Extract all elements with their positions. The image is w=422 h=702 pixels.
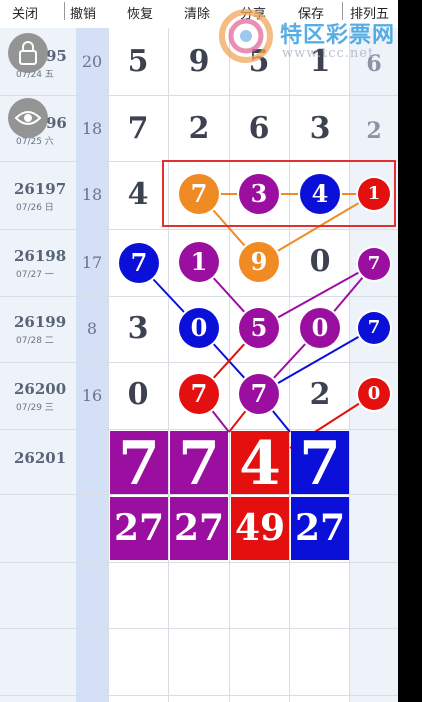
prediction-count[interactable]: 27 — [291, 497, 349, 560]
prediction-count[interactable]: 27 — [110, 497, 168, 560]
prediction-digit[interactable]: 7 — [170, 431, 228, 497]
prediction-digit[interactable]: 7 — [110, 431, 168, 497]
digit-ball[interactable]: 7 — [179, 374, 219, 414]
trend-lines — [138, 193, 375, 449]
digit-ball[interactable]: 1 — [179, 242, 219, 282]
digit-ball[interactable]: 9 — [239, 242, 279, 282]
digit-ball[interactable]: 0 — [358, 378, 390, 410]
eye-button[interactable] — [8, 98, 48, 138]
digit-ball[interactable]: 7 — [358, 312, 390, 344]
prediction-count[interactable]: 27 — [170, 497, 228, 560]
digit-ball[interactable]: 7 — [239, 374, 279, 414]
prediction-digit[interactable]: 7 — [291, 431, 349, 497]
prediction-count[interactable]: 49 — [231, 497, 289, 560]
lock-button[interactable] — [8, 33, 48, 73]
lock-icon — [19, 41, 37, 65]
site-logo-icon — [219, 9, 273, 63]
digit-ball[interactable]: 0 — [179, 308, 219, 348]
digit-ball[interactable]: 7 — [119, 243, 159, 283]
watermark: 特区彩票网 www.tcc.net — [212, 6, 412, 66]
highlight-box — [162, 160, 396, 227]
eye-icon — [14, 111, 42, 125]
prediction-digit[interactable]: 4 — [231, 431, 289, 497]
screen-edge — [398, 0, 422, 702]
digit-ball[interactable]: 0 — [300, 308, 340, 348]
watermark-title: 特区彩票网 — [280, 23, 396, 48]
watermark-url: www.tcc.net — [282, 46, 375, 61]
digit-ball[interactable]: 7 — [358, 248, 390, 280]
digit-ball[interactable]: 5 — [239, 308, 279, 348]
